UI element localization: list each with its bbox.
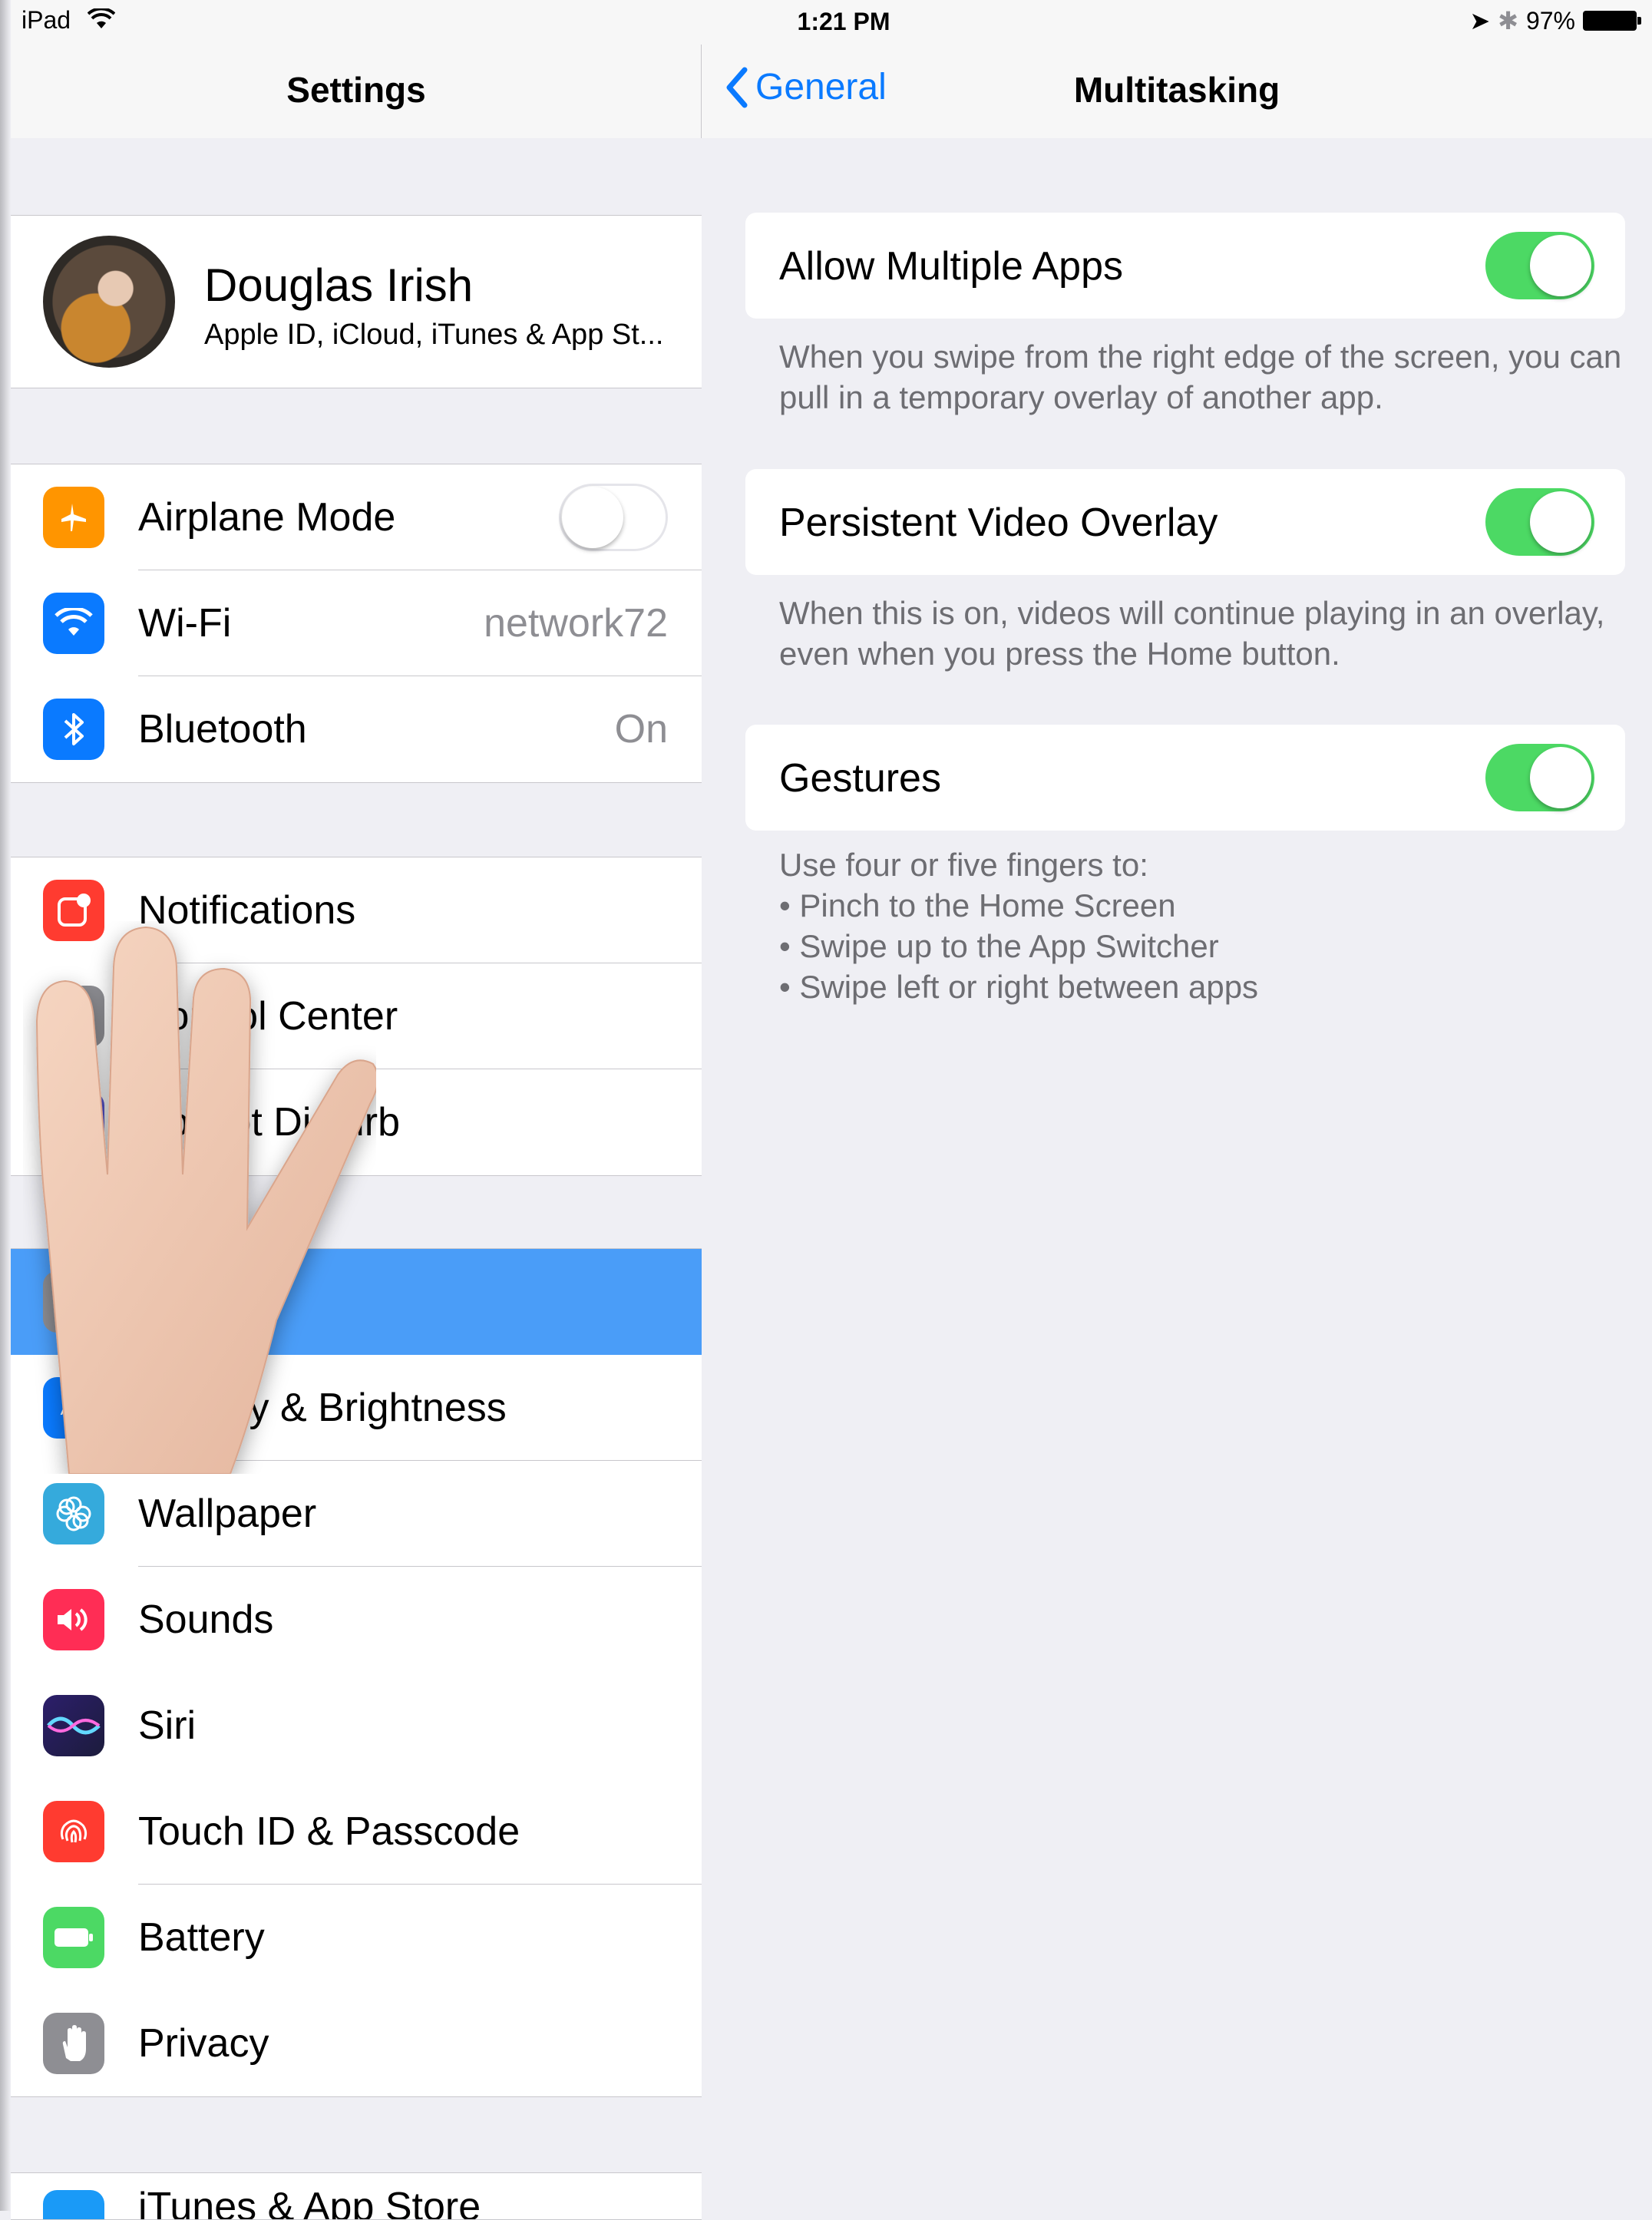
notifications-row[interactable]: Notifications [11,857,702,963]
row-label: Touch ID & Passcode [138,1809,520,1854]
notifications-icon [43,880,104,941]
battery-percent: 97% [1525,6,1575,35]
bluetooth-icon [43,699,104,760]
allow-multiple-apps-row[interactable]: Allow Multiple Apps [745,213,1625,319]
battery-icon [43,1907,104,1968]
avatar [43,236,175,368]
bluetooth-row[interactable]: Bluetooth On [11,676,702,782]
general-row[interactable]: General [11,1249,702,1355]
wifi-network-value: network72 [484,601,668,646]
display-brightness-row[interactable]: AA Display & Brightness [11,1355,702,1461]
row-label: Sounds [138,1597,274,1642]
fingerprint-icon [43,1801,104,1862]
row-label: Wi-Fi [138,601,232,646]
gestures-footer-item: • Pinch to the Home Screen [779,887,1176,923]
ipad-screen: iPad 1:21 PM ➤ ✱ 97% Settings General Mu… [0,0,1652,2220]
row-label: Allow Multiple Apps [779,244,1123,289]
display-icon: AA [43,1377,104,1439]
control-center-icon [43,986,104,1047]
control-center-row[interactable]: Control Center [11,963,702,1069]
airplane-icon [43,487,104,548]
siri-row[interactable]: Siri [11,1673,702,1779]
hand-icon [43,2013,104,2074]
airplane-mode-row[interactable]: Airplane Mode [11,464,702,570]
row-label: Display & Brightness [138,1386,507,1430]
sounds-row[interactable]: Sounds [11,1567,702,1673]
touch-id-row[interactable]: Touch ID & Passcode [11,1779,702,1885]
row-label: Siri [138,1703,197,1748]
wallpaper-row[interactable]: Wallpaper [11,1461,702,1567]
detail-title: Multitasking [1073,70,1280,110]
screen-edge-shadow [0,0,11,2211]
sounds-icon [43,1589,104,1650]
row-label: Bluetooth [138,707,307,752]
status-bar: iPad 1:21 PM ➤ ✱ 97% [11,0,1652,45]
settings-list: Douglas Irish Apple ID, iCloud, iTunes &… [11,138,702,2220]
row-label: Notifications [138,888,356,933]
battery-icon [1583,11,1641,31]
gestures-footer: Use four or five fingers to: • Pinch to … [779,844,1624,1007]
gear-icon [43,1271,104,1333]
row-label: General [138,1280,280,1324]
wifi-row[interactable]: Wi-Fi network72 [11,570,702,676]
row-label: Privacy [138,2021,269,2066]
settings-nav-bar: Settings [11,45,702,138]
row-label: Persistent Video Overlay [779,500,1218,545]
detail-nav-bar: General Multitasking [702,45,1652,138]
wallpaper-icon [43,1483,104,1544]
page-title: Settings [286,70,426,110]
bluetooth-value: On [614,707,668,752]
gestures-footer-item: • Swipe up to the App Switcher [779,928,1219,964]
gestures-row[interactable]: Gestures [745,725,1625,831]
status-right: ➤ ✱ 97% [1469,6,1641,35]
row-label: Airplane Mode [138,495,396,540]
profile-name: Douglas Irish [204,259,474,311]
gestures-footer-intro: Use four or five fingers to: [779,847,1148,883]
alerts-group: Notifications Control Center Do Not Dist… [11,857,702,1176]
row-label: Control Center [138,994,398,1039]
allow-multiple-apps-toggle[interactable] [1485,232,1594,299]
privacy-row[interactable]: Privacy [11,1990,702,2096]
siri-icon [43,1695,104,1756]
gestures-footer-item: • Swipe left or right between apps [779,969,1259,1005]
apple-id-row[interactable]: Douglas Irish Apple ID, iCloud, iTunes &… [11,215,702,388]
wifi-icon [43,593,104,654]
moon-icon [43,1092,104,1153]
itunes-app-store-row[interactable]: iTunes & App Store [11,2173,702,2220]
row-label: Battery [138,1915,265,1960]
clock: 1:21 PM [797,8,890,35]
app-store-icon [43,2190,104,2219]
row-label: Do Not Disturb [138,1100,400,1145]
persistent-video-row[interactable]: Persistent Video Overlay [745,469,1625,575]
allow-multiple-apps-footer: When you swipe from the right edge of th… [779,339,1622,415]
battery-row[interactable]: Battery [11,1885,702,1990]
row-label: Gestures [779,756,941,801]
row-label: iTunes & App Store [138,2185,481,2220]
airplane-mode-toggle[interactable] [559,484,668,551]
location-icon: ➤ [1469,7,1491,35]
store-group: iTunes & App Store [11,2172,702,2220]
bluetooth-status-icon: ✱ [1498,7,1518,35]
gestures-toggle[interactable] [1485,744,1594,811]
persistent-video-toggle[interactable] [1485,488,1594,556]
do-not-disturb-row[interactable]: Do Not Disturb [11,1069,702,1175]
connectivity-group: Airplane Mode Wi-Fi network72 Bluetooth … [11,464,702,783]
system-group: General AA Display & Brightness Wallpape… [11,1248,702,2097]
persistent-video-footer: When this is on, videos will continue pl… [779,595,1605,672]
profile-subtitle: Apple ID, iCloud, iTunes & App St... [204,319,664,351]
row-label: Wallpaper [138,1492,317,1536]
